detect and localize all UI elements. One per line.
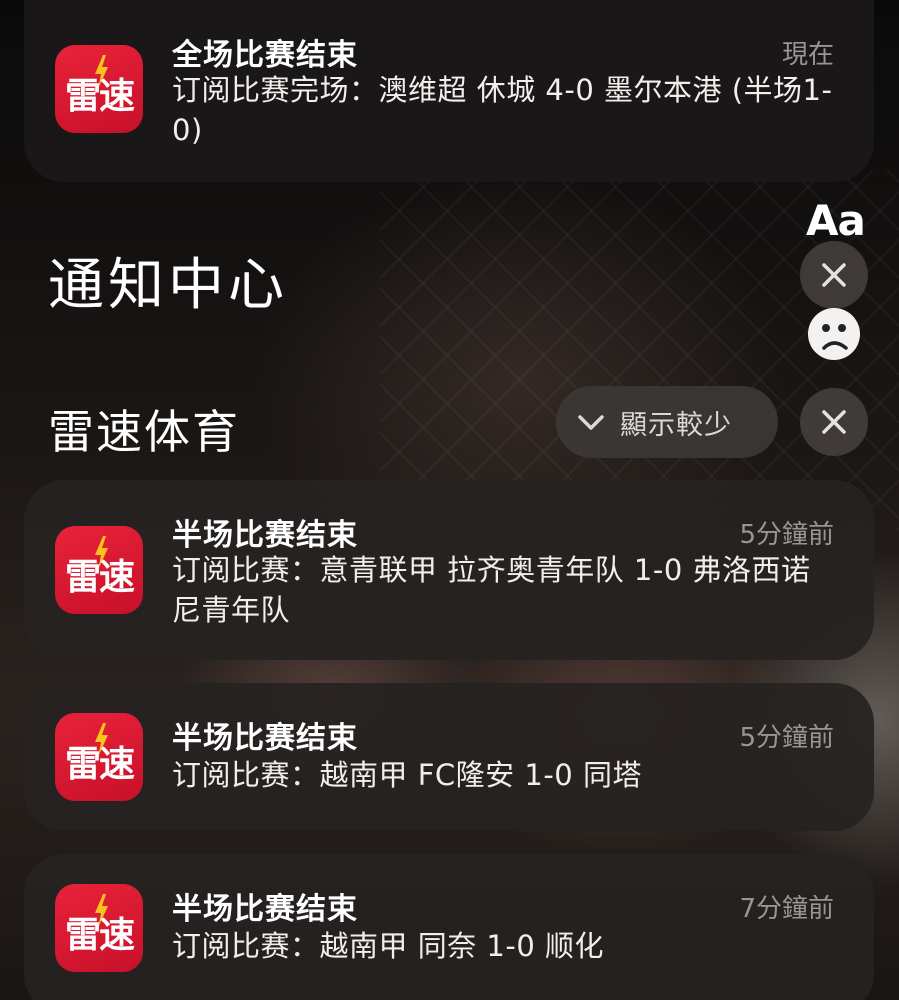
app-icon-label: 雷速 (64, 76, 135, 117)
chevron-down-icon (578, 415, 604, 430)
notification-time: 現在 (781, 40, 834, 70)
notification-body: 订阅比赛：越南甲 同奈 1-0 顺化 (172, 929, 605, 963)
leisu-app-icon: 雷速 (55, 526, 143, 614)
show-less-label: 顯示較少 (620, 409, 732, 441)
leisu-app-icon: 雷速 (55, 713, 143, 801)
app-icon-label: 雷速 (64, 915, 135, 956)
close-icon (822, 263, 846, 287)
notification-center-screen: 雷速 全场比赛结束 現在 订阅比赛完场：澳维超 休城 4-0 墨尔本港 (半场1… (0, 0, 899, 1000)
notification-time: 5分鐘前 (739, 520, 834, 550)
leisu-app-icon: 雷速 (55, 45, 143, 133)
notification-card[interactable]: 雷速 半场比赛结束 5分鐘前 订阅比赛：意青联甲 拉齐奥青年队 1-0 弗洛西诺… (24, 480, 874, 660)
leisu-app-icon: 雷速 (55, 884, 143, 972)
notification-center-title: 通知中心 (48, 253, 288, 318)
notification-title: 半场比赛结束 (172, 721, 358, 756)
notification-body: 订阅比赛：意青联甲 拉齐奥青年队 1-0 弗洛西诺尼青年队 (172, 553, 811, 627)
app-icon-label: 雷速 (64, 557, 135, 598)
notification-time: 7分鐘前 (739, 894, 834, 924)
sad-face-icon (808, 308, 860, 360)
notification-card[interactable]: 雷速 半场比赛结束 7分鐘前 订阅比赛：越南甲 同奈 1-0 顺化 (24, 854, 874, 1000)
notification-time: 5分鐘前 (739, 723, 834, 753)
clear-group-button[interactable] (800, 388, 868, 456)
notification-title: 全场比赛结束 (172, 38, 358, 73)
show-less-button[interactable]: 顯示較少 (556, 386, 778, 458)
app-group-title: 雷速体育 (48, 405, 240, 459)
app-icon-label: 雷速 (64, 744, 135, 785)
notification-body: 订阅比赛完场：澳维超 休城 4-0 墨尔本港 (半场1-0) (172, 73, 833, 147)
notification-card[interactable]: 雷速 半场比赛结束 5分鐘前 订阅比赛：越南甲 FC隆安 1-0 同塔 (24, 683, 874, 831)
close-icon (822, 410, 846, 434)
notification-title: 半场比赛结束 (172, 518, 358, 553)
notification-title: 半场比赛结束 (172, 892, 358, 927)
text-size-button[interactable]: Aa (806, 196, 866, 245)
top-notification-card[interactable]: 雷速 全场比赛结束 現在 订阅比赛完场：澳维超 休城 4-0 墨尔本港 (半场1… (24, 0, 874, 182)
clear-all-button[interactable] (800, 241, 868, 309)
notification-body: 订阅比赛：越南甲 FC隆安 1-0 同塔 (172, 758, 642, 792)
